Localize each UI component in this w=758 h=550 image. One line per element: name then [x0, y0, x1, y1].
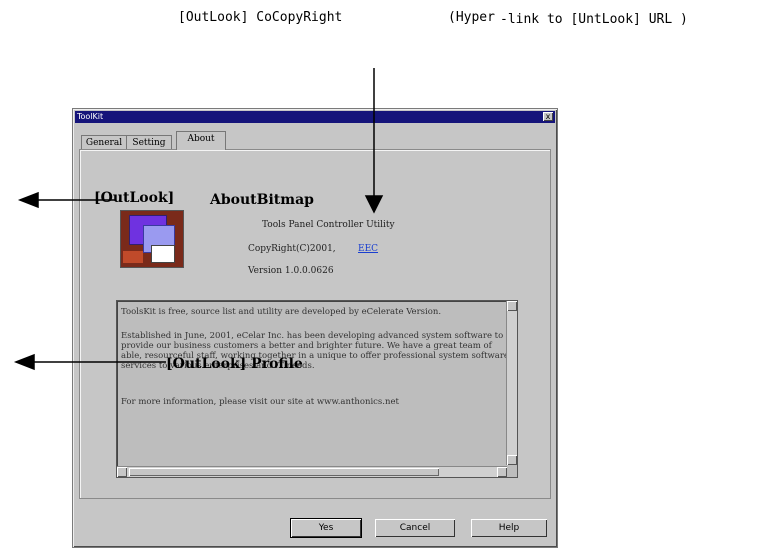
tab-about[interactable]: About [176, 131, 226, 150]
profile-annotation: [OutLook] Profile [166, 356, 303, 372]
close-button[interactable]: x [543, 112, 553, 121]
tab-general[interactable]: General [81, 135, 127, 150]
profile-arrow-head [13, 353, 35, 371]
hyperlink-annotation-b: -link to [UntLook] URL ) [500, 12, 688, 27]
ok-button[interactable]: Yes [290, 518, 362, 538]
copyright-annotation: [OutLook] CoCopyRight [178, 10, 343, 25]
hyperlink-annotation-a: (Hyper [448, 10, 495, 25]
company-hyperlink[interactable]: EEC [358, 244, 378, 254]
scroll-left-arrow-icon[interactable] [117, 467, 127, 477]
bitmap-arrow-head [17, 191, 39, 209]
profile-paragraph-3: For more information, please visit our s… [121, 397, 399, 407]
help-button[interactable]: Help [471, 519, 547, 537]
bitmap-annotation: [OutLook] [94, 190, 175, 206]
version-text: Version 1.0.0.0626 [248, 266, 334, 276]
toolkit-dialog: ToolKit x General Setting About Tools Pa… [72, 108, 558, 548]
bitmap-annotation-2: AboutBitmap [210, 192, 314, 208]
tab-setting[interactable]: Setting [126, 135, 172, 150]
dialog-title: ToolKit [77, 112, 104, 121]
profile-paragraph-1: ToolsKit is free, source list and utilit… [121, 307, 442, 317]
title-bar: ToolKit x [75, 111, 555, 123]
cancel-button[interactable]: Cancel [375, 519, 455, 537]
horizontal-scroll-thumb[interactable] [129, 468, 439, 476]
about-bitmap-image [120, 210, 184, 268]
product-name: Tools Panel Controller Utility [262, 220, 395, 230]
scroll-right-arrow-icon[interactable] [497, 467, 507, 477]
scroll-up-arrow-icon[interactable] [507, 301, 517, 311]
horizontal-scrollbar[interactable] [117, 466, 507, 477]
copyright-text: CopyRight(C)2001, [248, 244, 336, 254]
scroll-down-arrow-icon[interactable] [507, 455, 517, 465]
profile-textbox[interactable]: ToolsKit is free, source list and utilit… [116, 300, 518, 478]
vertical-scrollbar[interactable] [506, 301, 517, 465]
